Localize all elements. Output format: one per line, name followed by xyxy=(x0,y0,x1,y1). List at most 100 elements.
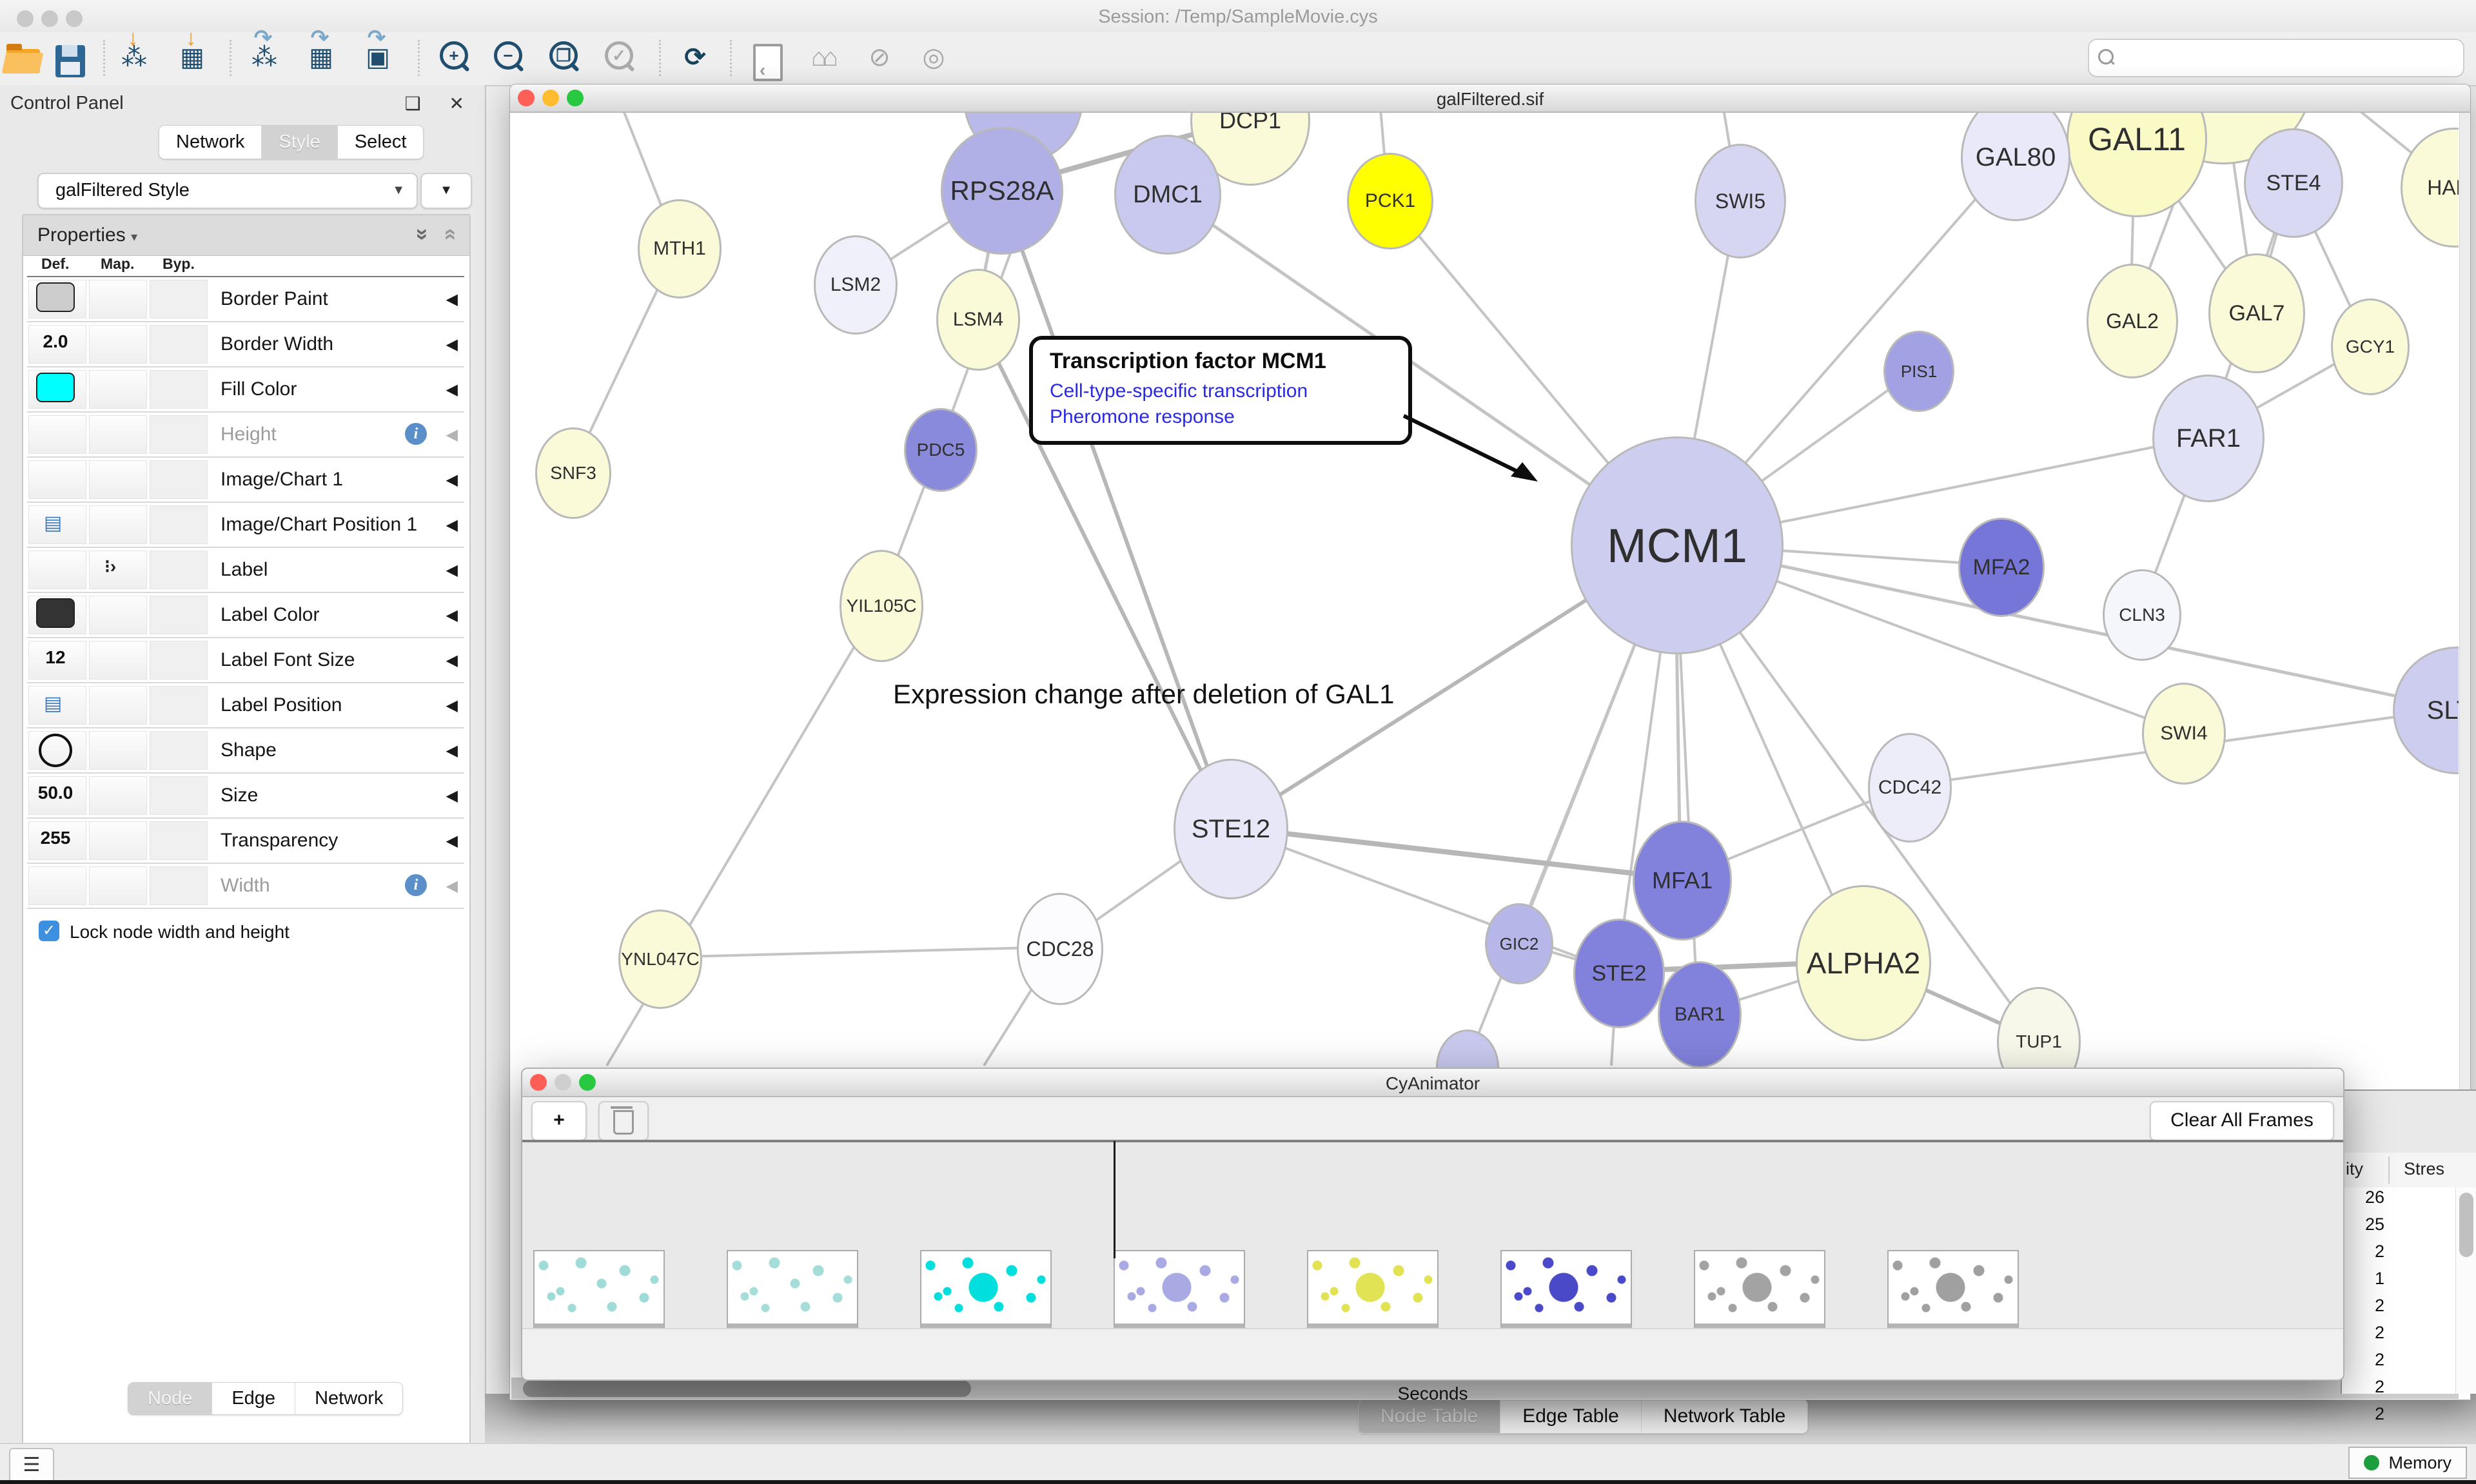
tab-network[interactable]: Network xyxy=(159,126,262,159)
table-row[interactable]: 2 xyxy=(2342,1323,2455,1350)
c-byp-cell[interactable] xyxy=(150,551,208,589)
node-lsm2[interactable]: LSM2 xyxy=(814,235,898,335)
property-row-label-position[interactable]: ▤Label Position◀ xyxy=(27,683,464,728)
panel-list-icon[interactable]: ☰ xyxy=(9,1448,54,1483)
default-value[interactable]: 50.0 xyxy=(27,783,84,803)
expand-row-icon[interactable]: ◀ xyxy=(446,290,458,309)
c-map-cell[interactable] xyxy=(89,776,147,815)
expand-row-icon[interactable]: ◀ xyxy=(446,832,458,850)
c-byp-cell[interactable] xyxy=(150,415,208,454)
table-row[interactable]: 2 xyxy=(2342,1350,2455,1377)
property-row-height[interactable]: Heighti◀ xyxy=(27,413,464,458)
c-byp-cell[interactable] xyxy=(150,505,208,544)
zoom-out-icon[interactable]: − xyxy=(494,41,522,70)
playhead[interactable] xyxy=(1114,1141,1115,1258)
property-row-border-width[interactable]: 2.0Border Width◀ xyxy=(27,322,464,367)
expand-row-icon[interactable]: ◀ xyxy=(446,516,458,534)
default-value[interactable]: 12 xyxy=(27,647,84,668)
c-byp-cell[interactable] xyxy=(150,686,208,725)
properties-header[interactable]: Properties ▾ « » xyxy=(23,215,469,256)
property-row-image-chart-1[interactable]: Image/Chart 1◀ xyxy=(27,458,464,503)
frame-thumbnail-4[interactable] xyxy=(1307,1250,1439,1331)
refresh-view-icon[interactable]: ⟳ xyxy=(676,37,714,77)
property-row-shape[interactable]: Shape◀ xyxy=(27,728,464,774)
expand-row-icon[interactable]: ◀ xyxy=(446,335,458,354)
property-row-size[interactable]: 50.0Size◀ xyxy=(27,774,464,819)
delete-frame-button[interactable] xyxy=(598,1101,649,1141)
c-map-cell[interactable] xyxy=(89,325,147,364)
export-network-icon[interactable]: ↷⁂ xyxy=(245,37,284,77)
node-swi4[interactable]: SWI4 xyxy=(2142,683,2226,785)
results-scrollbar[interactable] xyxy=(2455,1187,2476,1394)
default-swatch[interactable] xyxy=(36,598,75,628)
expand-row-icon[interactable]: ◀ xyxy=(446,696,458,715)
property-row-image-chart-position-1[interactable]: ▤Image/Chart Position 1◀ xyxy=(27,503,464,548)
c-map-cell[interactable] xyxy=(89,280,147,318)
table-row[interactable]: 2 xyxy=(2342,1377,2455,1404)
node-rps28a[interactable]: RPS28A xyxy=(941,127,1063,255)
node-snf3[interactable]: SNF3 xyxy=(535,427,611,519)
tab-select[interactable]: Select xyxy=(338,126,424,159)
frame-thumbnail-5[interactable] xyxy=(1500,1250,1632,1331)
annotation-link-2[interactable]: Pheromone response xyxy=(1050,406,1391,428)
expand-row-icon[interactable]: ◀ xyxy=(446,471,458,489)
c-byp-cell[interactable] xyxy=(150,821,208,860)
property-row-border-paint[interactable]: Border Paint◀ xyxy=(27,277,464,322)
import-network-icon[interactable]: ↓⁂ xyxy=(115,37,153,77)
property-row-transparency[interactable]: 255Transparency◀ xyxy=(27,819,464,864)
style-options-button[interactable]: ▼ xyxy=(420,173,472,209)
style-select[interactable]: galFiltered Style ▼ xyxy=(37,173,418,209)
expand-row-icon[interactable]: ◀ xyxy=(446,786,458,805)
annotation-link-1[interactable]: Cell-type-specific transcription xyxy=(1050,380,1391,402)
property-row-width[interactable]: Widthi◀ xyxy=(27,864,464,909)
collapse-all-icon[interactable]: » xyxy=(443,222,455,247)
c-map-cell[interactable] xyxy=(89,731,147,770)
import-table-icon[interactable]: ↓▦ xyxy=(173,37,211,77)
tab-style[interactable]: Style xyxy=(262,126,337,159)
frame-thumbnail-6[interactable] xyxy=(1694,1250,1825,1331)
tab-edge-table[interactable]: Edge Table xyxy=(1500,1400,1642,1433)
c-byp-cell[interactable] xyxy=(150,731,208,770)
node-lsm4[interactable]: LSM4 xyxy=(936,269,1020,371)
mcm1-annotation[interactable]: Transcription factor MCM1 Cell-type-spec… xyxy=(1029,336,1412,445)
c-def-cell[interactable] xyxy=(28,866,86,905)
info-icon[interactable]: i xyxy=(405,874,427,896)
c-byp-cell[interactable] xyxy=(150,641,208,679)
node-swi5[interactable]: SWI5 xyxy=(1695,144,1786,259)
default-value[interactable]: 2.0 xyxy=(27,331,84,352)
panel-window-icons[interactable]: ❑ ✕ xyxy=(405,93,476,114)
c-byp-cell[interactable] xyxy=(150,460,208,499)
c-def-cell[interactable] xyxy=(28,551,86,589)
default-value[interactable]: 255 xyxy=(27,828,84,848)
table-row[interactable]: 25 xyxy=(2342,1215,2455,1242)
node-mth1[interactable]: MTH1 xyxy=(638,199,722,298)
expand-all-icon[interactable]: « xyxy=(415,222,427,247)
export-table-icon[interactable]: ↷▦ xyxy=(302,37,340,77)
c-def-cell[interactable] xyxy=(28,460,86,499)
node-dmc1[interactable]: DMC1 xyxy=(1114,135,1221,255)
c-map-cell[interactable] xyxy=(89,460,147,499)
frame-thumbnail-0[interactable] xyxy=(533,1250,665,1331)
memory-button[interactable]: Memory xyxy=(2348,1447,2467,1479)
lock-checkbox[interactable]: ✓ xyxy=(39,921,59,941)
passthrough-mapping-icon[interactable]: ⁝› xyxy=(104,556,116,577)
frame-thumbnail-1[interactable] xyxy=(727,1250,858,1331)
node-far1[interactable]: FAR1 xyxy=(2152,375,2265,502)
c-map-cell[interactable] xyxy=(89,821,147,860)
node-ynl047c[interactable]: YNL047C xyxy=(618,910,702,1009)
node-alpha2[interactable]: ALPHA2 xyxy=(1796,885,1931,1041)
tab-edge[interactable]: Edge xyxy=(212,1383,295,1414)
position-icon[interactable]: ▤ xyxy=(44,692,62,715)
timeline[interactable]: 0123456789 Seconds xyxy=(522,1142,2343,1328)
node-gcy1[interactable]: GCY1 xyxy=(2331,298,2410,395)
tab-network-table[interactable]: Network Table xyxy=(1642,1400,1808,1433)
node-bar1[interactable]: BAR1 xyxy=(1658,961,1742,1068)
table-row[interactable]: 2 xyxy=(2342,1296,2455,1323)
column-divider[interactable] xyxy=(2388,1157,2390,1184)
expand-row-icon[interactable]: ◀ xyxy=(446,741,458,760)
expand-row-icon[interactable]: ◀ xyxy=(446,380,458,399)
node-pdc5[interactable]: PDC5 xyxy=(904,408,978,492)
c-byp-cell[interactable] xyxy=(150,866,208,905)
expand-row-icon[interactable]: ◀ xyxy=(446,877,458,895)
info-icon[interactable]: i xyxy=(405,423,427,445)
